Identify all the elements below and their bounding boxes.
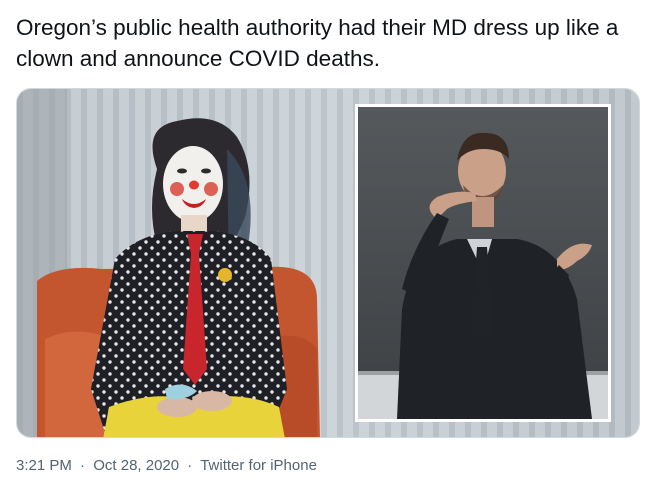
tweet-source-link[interactable]: Twitter for iPhone	[200, 457, 317, 474]
meta-separator: ·	[80, 457, 86, 474]
tweet-media-photo[interactable]	[16, 88, 640, 438]
photo-illustration	[17, 89, 639, 437]
tweet-meta: 3:21 PM · Oct 28, 2020 · Twitter for iPh…	[16, 457, 317, 474]
tweet-time-link[interactable]: 3:21 PM	[16, 457, 72, 474]
meta-separator: ·	[187, 457, 193, 474]
interpreter-inset	[355, 104, 611, 422]
tweet-date-link[interactable]: Oct 28, 2020	[93, 457, 179, 474]
tweet-text: Oregon’s public health authority had the…	[16, 15, 619, 71]
